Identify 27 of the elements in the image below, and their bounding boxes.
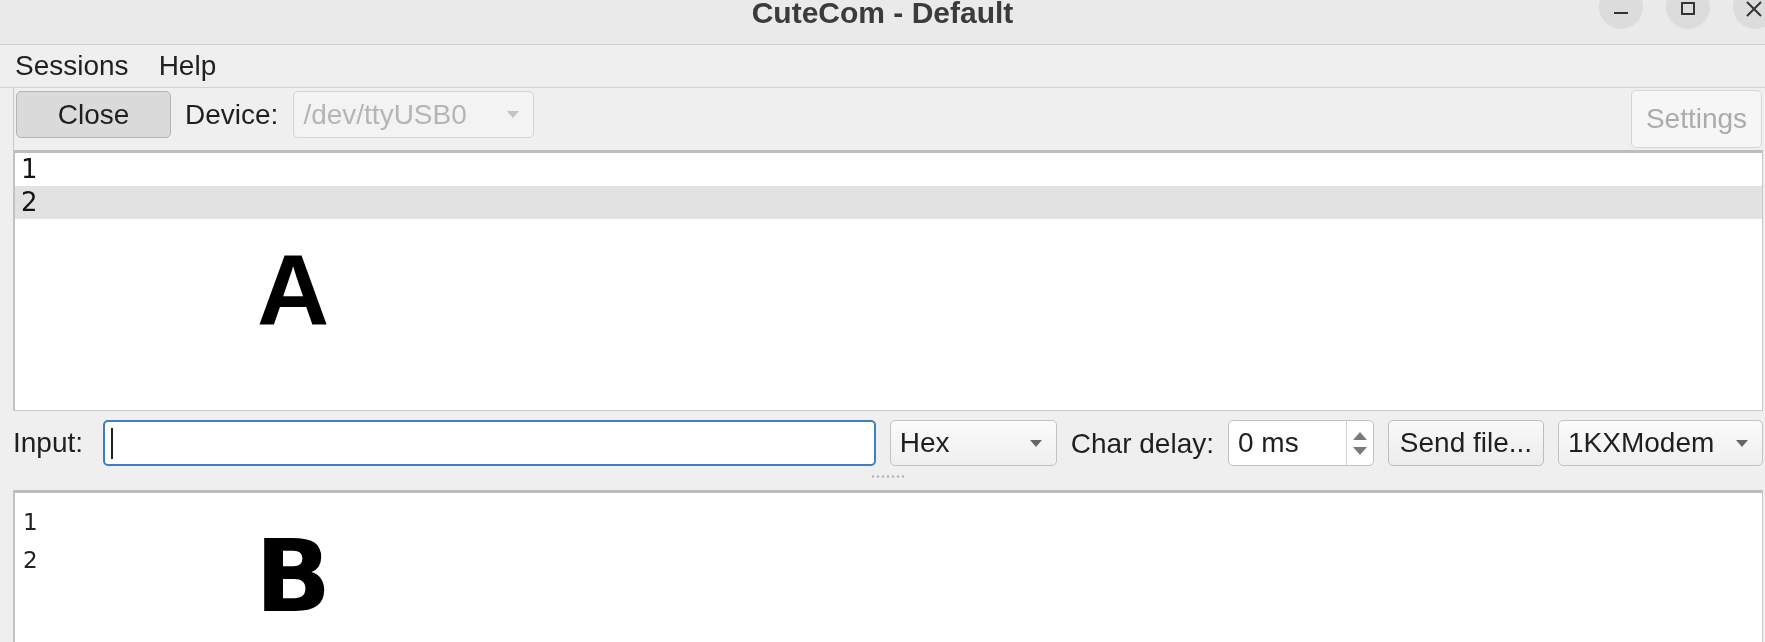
menu-item[interactable]: Sessions <box>7 49 137 83</box>
protocol-dropdown[interactable]: 1KXModem <box>1558 420 1763 466</box>
window-title: CuteCom - Default <box>751 0 1014 28</box>
maximize-icon[interactable] <box>1666 0 1710 29</box>
output-line: 1 <box>20 153 39 186</box>
caret-down-icon <box>1029 439 1042 447</box>
char-delay-spinbox[interactable]: 0 ms <box>1228 420 1374 466</box>
history-line: 1 <box>23 508 38 537</box>
splitter-handle-icon[interactable] <box>871 475 905 478</box>
history-line: 2 <box>23 546 38 575</box>
annotation-letter: A <box>257 240 330 340</box>
send-file-button[interactable]: Send file... <box>1388 420 1544 466</box>
menu-item[interactable]: Help <box>150 49 225 83</box>
caret-down-icon[interactable] <box>1353 446 1367 455</box>
caret-up-icon[interactable] <box>1353 431 1367 440</box>
input-field[interactable] <box>103 420 876 466</box>
device-label: Device: <box>185 98 279 132</box>
input-label: Input: <box>13 426 84 460</box>
caret-down-icon <box>507 111 520 118</box>
annotation-letter: B <box>255 527 332 627</box>
close-button[interactable]: Close <box>16 91 171 138</box>
caret-down-icon <box>1736 439 1748 447</box>
text-cursor-icon <box>111 427 114 459</box>
format-dropdown[interactable]: Hex <box>889 420 1057 466</box>
close-icon[interactable] <box>1733 0 1765 29</box>
minimize-icon[interactable] <box>1599 0 1643 29</box>
char-delay-label: Char delay: <box>1070 426 1214 461</box>
